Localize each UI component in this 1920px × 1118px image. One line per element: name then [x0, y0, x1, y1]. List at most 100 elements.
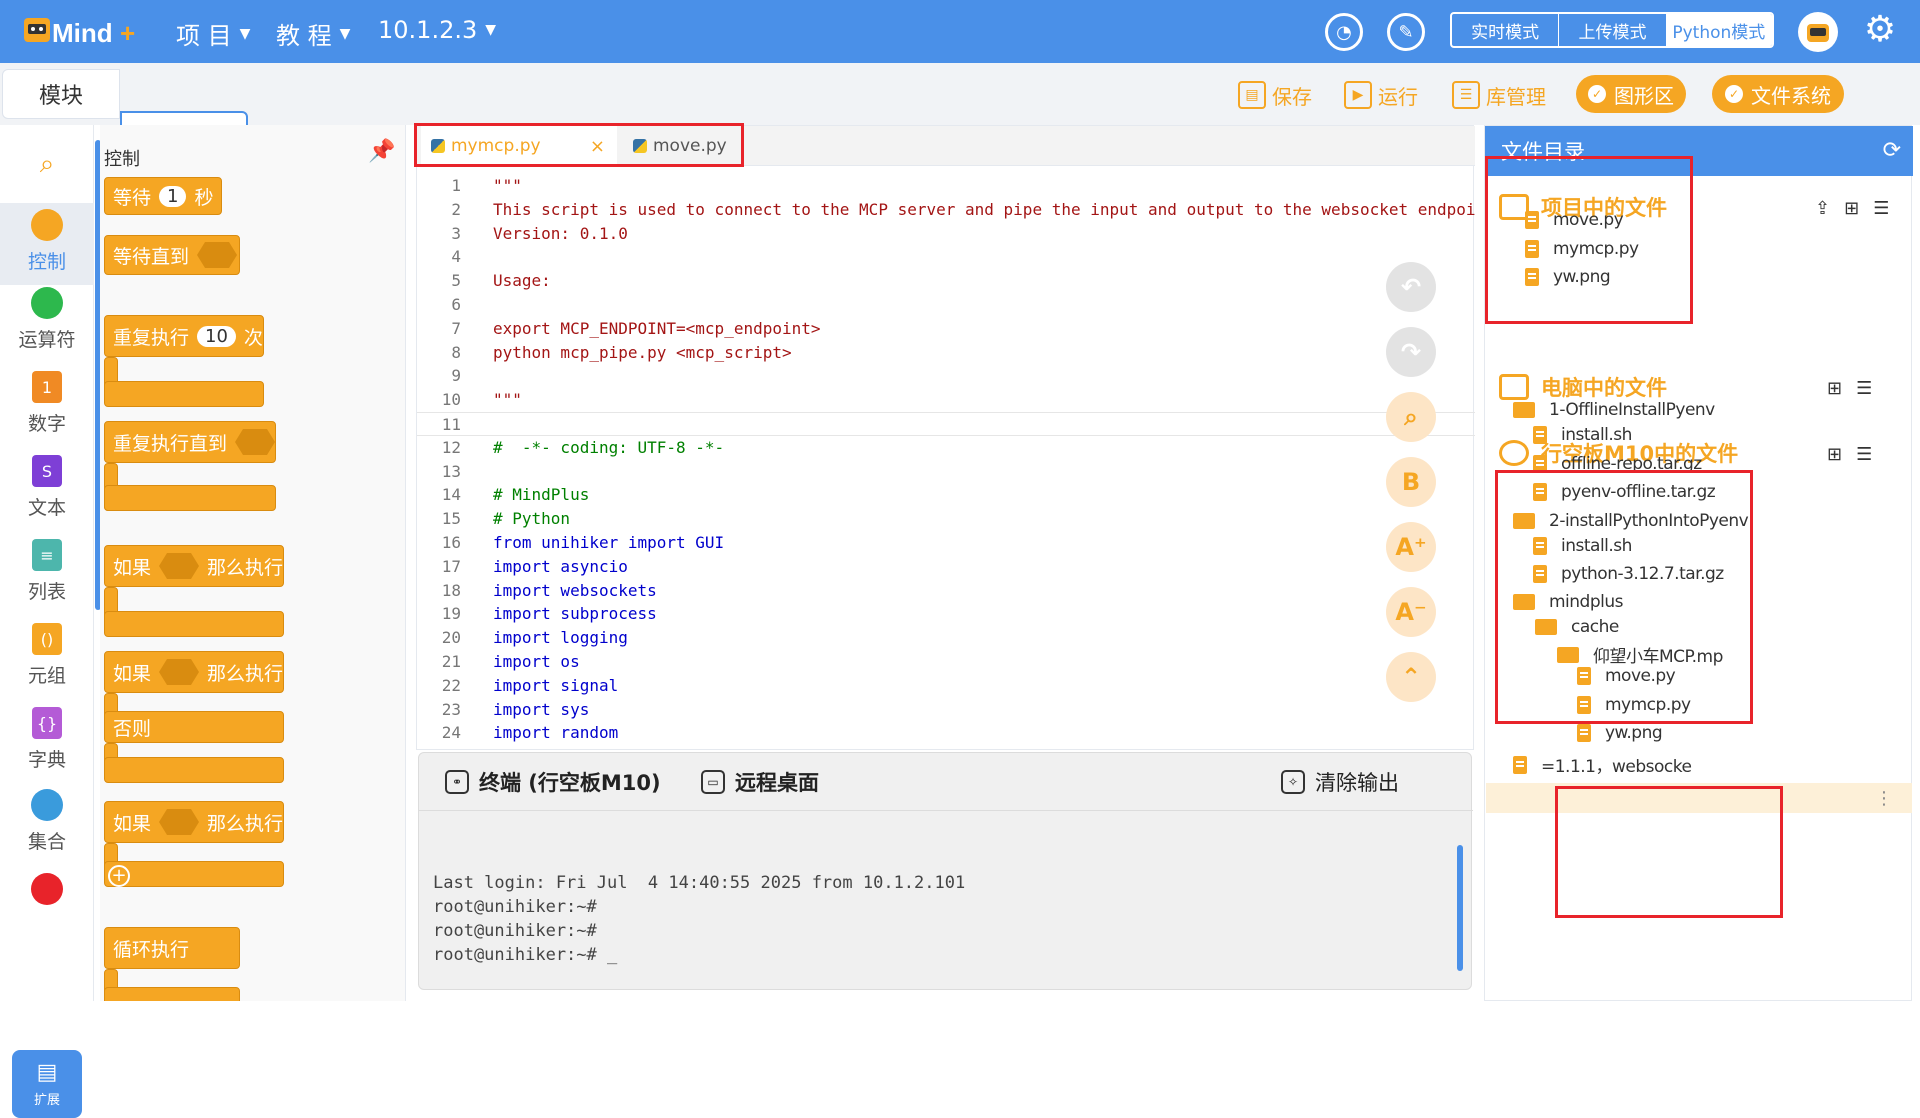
code-line[interactable]: 12 # -*- coding: UTF-8 -*- — [417, 436, 1475, 460]
code-line[interactable]: 18 import websockets — [417, 579, 1475, 603]
add-icon[interactable]: + — [108, 865, 130, 887]
block-wait-until[interactable]: 等待直到 — [104, 235, 240, 275]
tab-remote-desktop[interactable]: ▭ 远程桌面 — [701, 767, 819, 797]
category-9[interactable] — [0, 867, 94, 949]
undo-icon[interactable]: ↶ — [1386, 262, 1436, 312]
file-item[interactable]: install.sh — [1533, 536, 1632, 556]
category-6[interactable]: () 元组 — [0, 617, 94, 699]
run-button[interactable]: ▶ 运行 — [1344, 79, 1418, 111]
code-line[interactable]: 4 — [417, 245, 1475, 269]
code-line[interactable]: 23 import sys — [417, 698, 1475, 722]
block-repeat-until[interactable]: 重复执行直到 — [104, 421, 276, 463]
tab-terminal[interactable]: ⚭ 终端 (行空板M10) — [445, 767, 661, 797]
more-options-icon[interactable]: ⋮ — [1875, 788, 1893, 809]
block-if-else[interactable]: 如果 那么执行 — [104, 651, 284, 693]
code-line[interactable]: 21 import os — [417, 650, 1475, 674]
font-increase-icon[interactable]: A⁺ — [1386, 522, 1436, 572]
gear-icon[interactable]: ⚙ — [1860, 10, 1900, 50]
menu-icon[interactable]: ☰ — [1856, 444, 1872, 465]
code-line[interactable]: 5 Usage: — [417, 269, 1475, 293]
code-line[interactable]: 14 # MindPlus — [417, 483, 1475, 507]
search-icon[interactable]: ⌕ — [1386, 392, 1436, 442]
new-file-icon[interactable]: ⊞ — [1827, 444, 1842, 465]
code-line[interactable]: 13 — [417, 460, 1475, 484]
category-2[interactable]: 运算符 — [0, 281, 94, 363]
scrollbar[interactable] — [1457, 845, 1463, 971]
folder-item[interactable]: 1-OfflineInstallPyenv — [1513, 400, 1715, 420]
code-line[interactable]: 3 Version: 0.1.0 — [417, 222, 1475, 246]
mode-realtime[interactable]: 实时模式 — [1452, 14, 1560, 46]
edit-icon[interactable]: ✎ — [1387, 13, 1425, 51]
code-line[interactable]: 22 import signal — [417, 674, 1475, 698]
block-repeat[interactable]: 重复执行 10 次 — [104, 315, 264, 357]
code-line[interactable]: 20 import logging — [417, 626, 1475, 650]
file-item[interactable]: mymcp.py — [1525, 239, 1639, 259]
category-3[interactable]: 1 数字 — [0, 365, 94, 447]
block-wait[interactable]: 等待 1 秒 — [104, 177, 222, 215]
file-item[interactable]: move.py — [1577, 666, 1676, 686]
section-pc-files[interactable]: 电脑中的文件 — [1499, 372, 1667, 402]
menu-tutorial[interactable]: 教 程 ▼ — [276, 16, 350, 51]
menu-project[interactable]: 项 目 ▼ — [176, 16, 250, 51]
category-7[interactable]: {} 字典 — [0, 701, 94, 783]
tab-blocks[interactable]: 模块 — [2, 69, 120, 119]
block-if[interactable]: 如果 那么执行 — [104, 545, 284, 587]
code-line[interactable]: 19 import subprocess — [417, 602, 1475, 626]
tab-move[interactable]: move.py — [623, 126, 733, 166]
file-item[interactable]: mymcp.py — [1577, 695, 1691, 715]
refresh-icon[interactable]: ⟳ — [1883, 138, 1901, 163]
new-file-icon[interactable]: ⊞ — [1844, 198, 1859, 219]
folder-item[interactable]: 仰望小车MCP.mp — [1557, 642, 1723, 667]
file-item[interactable]: python-3.12.7.tar.gz — [1533, 564, 1724, 584]
clear-output-button[interactable]: ✧ 清除输出 — [1281, 767, 1399, 797]
terminal-output[interactable]: Last login: Fri Jul 4 14:40:55 2025 from… — [433, 871, 965, 967]
menu-icon[interactable]: ☰ — [1873, 198, 1889, 219]
category-5[interactable]: ≡ 列表 — [0, 533, 94, 615]
code-line[interactable]: 7 export MCP_ENDPOINT=<mcp_endpoint> — [417, 317, 1475, 341]
block-loop[interactable]: 循环执行 — [104, 927, 240, 969]
search-icon[interactable]: ⌕ — [30, 149, 64, 183]
mode-python[interactable]: Python模式 — [1665, 14, 1772, 46]
upload-icon[interactable]: ⇪ — [1815, 198, 1830, 219]
close-icon[interactable]: × — [590, 136, 605, 157]
category-8[interactable]: 集合 — [0, 783, 94, 865]
save-button[interactable]: ▤ 保存 — [1238, 79, 1312, 111]
font-decrease-icon[interactable]: A⁻ — [1386, 587, 1436, 637]
category-1[interactable]: 控制 — [0, 203, 94, 285]
code-line[interactable]: 10 """ — [417, 388, 1475, 412]
code-line[interactable]: 17 import asyncio — [417, 555, 1475, 579]
pin-icon[interactable]: 📌 — [368, 139, 395, 164]
code-line[interactable]: 8 python mcp_pipe.py <mcp_script> — [417, 341, 1475, 365]
redo-icon[interactable]: ↷ — [1386, 327, 1436, 377]
mindplus-logo[interactable]: Mind + — [22, 10, 150, 52]
code-area[interactable]: 1 """ 2 This script is used to connect to t… — [417, 174, 1475, 744]
file-item[interactable]: offline-repo.tar.gz — [1533, 454, 1702, 474]
file-item[interactable]: move.py — [1525, 210, 1624, 230]
bold-icon[interactable]: B — [1386, 457, 1436, 507]
filesystem-toggle[interactable]: ✓ 文件系统 — [1712, 75, 1844, 113]
code-line[interactable]: 6 — [417, 293, 1475, 317]
tab-mymcp[interactable]: mymcp.py × — [421, 126, 617, 166]
library-button[interactable]: ☰ 库管理 — [1452, 79, 1546, 111]
file-item[interactable]: yw.png — [1577, 723, 1663, 743]
avatar-icon[interactable] — [1798, 12, 1838, 52]
file-item[interactable]: install.sh — [1533, 425, 1632, 445]
code-line[interactable]: 24 import random — [417, 721, 1475, 744]
code-line[interactable]: 15 # Python — [417, 507, 1475, 531]
mode-upload[interactable]: 上传模式 — [1559, 14, 1665, 46]
extension-button[interactable]: ▤ 扩展 — [12, 1050, 82, 1118]
graphics-toggle[interactable]: ✓ 图形区 — [1576, 75, 1686, 113]
code-line[interactable]: 2 This script is used to connect to the M… — [417, 198, 1475, 222]
monitor-icon[interactable]: ◔ — [1325, 13, 1363, 51]
new-file-icon[interactable]: ⊞ — [1827, 378, 1842, 399]
code-line[interactable]: 1 """ — [417, 174, 1475, 198]
file-item[interactable]: pyenv-offline.tar.gz — [1533, 482, 1716, 502]
code-line[interactable]: 16 from unihiker import GUI — [417, 531, 1475, 555]
menu-device[interactable]: 10.1.2.3 ▼ — [378, 16, 496, 44]
folder-item[interactable]: 2-installPythonIntoPyenv — [1513, 511, 1749, 531]
block-if-multi[interactable]: 如果 那么执行 — [104, 801, 284, 843]
folder-item[interactable]: mindplus — [1513, 592, 1624, 612]
menu-icon[interactable]: ☰ — [1856, 378, 1872, 399]
file-item[interactable]: =1.1.1，websocke — [1513, 752, 1692, 777]
folder-item[interactable]: cache — [1535, 617, 1619, 637]
